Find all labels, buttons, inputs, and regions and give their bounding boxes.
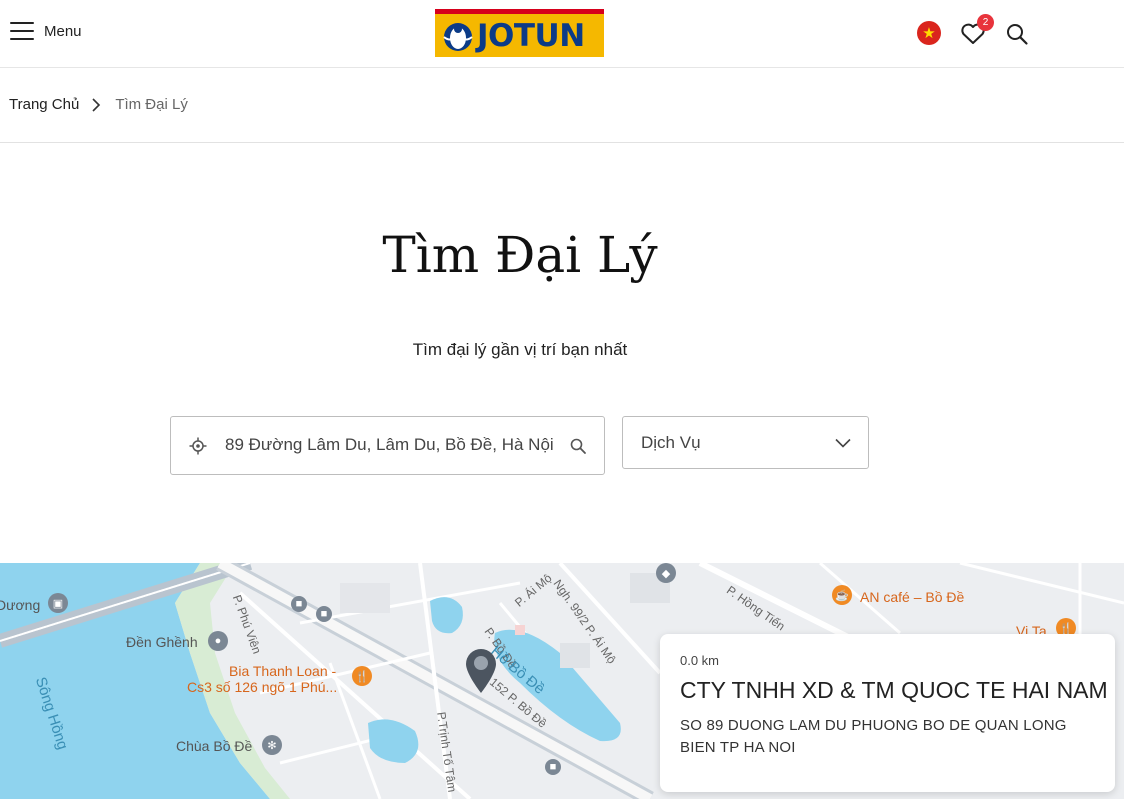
hamburger-icon [10, 22, 34, 40]
map-label-bia-thanh-loan-1: Bia Thanh Loan - [229, 663, 337, 679]
service-dropdown[interactable]: Dịch Vụ [622, 416, 869, 469]
location-search-box [170, 416, 605, 475]
page-subtitle: Tìm đại lý gần vị trí bạn nhất [412, 340, 628, 359]
my-location-icon[interactable] [189, 437, 207, 455]
breadcrumb: Trang Chủ Tìm Đại Lý [9, 96, 188, 113]
penguin-emblem-icon [443, 22, 473, 51]
divider [0, 142, 1124, 143]
dealer-location-pin-icon[interactable] [464, 648, 498, 694]
logo-wordmark: JOTUN [477, 17, 585, 54]
dealer-name: CTY TNHH XD & TM QUOC TE HAI NAM [680, 677, 1108, 703]
search-icon[interactable] [569, 437, 587, 455]
bus-stop-icon[interactable]: ■ [291, 596, 307, 612]
map-label-chua-bo-de: Chùa Bồ Đề [176, 738, 253, 754]
vietnam-flag-icon[interactable]: ★ [917, 21, 941, 45]
restaurant-icon[interactable]: 🍴 [352, 666, 372, 686]
service-dropdown-label: Dịch Vụ [641, 433, 701, 452]
dealer-address: SO 89 DUONG LAM DU PHUONG BO DE QUAN LON… [680, 717, 1067, 756]
building-icon[interactable]: ▣ [48, 593, 68, 613]
flag-star: ★ [922, 24, 936, 42]
wishlist-count-badge: 2 [977, 14, 994, 31]
bus-stop-icon[interactable]: ■ [316, 606, 332, 622]
chevron-right-icon [92, 97, 101, 112]
map-label-an-cafe: AN café – Bồ Đề [860, 589, 965, 605]
map-label-bia-thanh-loan-2: Cs3 số 126 ngõ 1 Phú... [187, 679, 338, 695]
menu-button[interactable]: Menu [10, 22, 82, 40]
school-icon[interactable]: ◆ [656, 563, 676, 583]
cafe-icon[interactable]: ☕ [832, 585, 852, 605]
pagoda-icon[interactable]: ✻ [262, 735, 282, 755]
breadcrumb-current: Tìm Đại Lý [115, 96, 188, 113]
site-header: Menu JOTUN ★ 2 [0, 0, 1124, 68]
menu-label: Menu [44, 22, 82, 40]
temple-icon[interactable]: ● [208, 631, 228, 651]
breadcrumb-home-link[interactable]: Trang Chủ [9, 96, 79, 113]
dealer-card[interactable]: 0.0 km CTY TNHH XD & TM QUOC TE HAI NAM … [660, 634, 1115, 792]
jotun-logo[interactable]: JOTUN [435, 9, 604, 57]
map-label-den-ghenh: Đền Ghềnh [126, 634, 198, 650]
chevron-down-icon [835, 438, 851, 448]
search-icon[interactable] [1005, 22, 1029, 46]
location-search-input[interactable] [223, 434, 557, 456]
bus-stop-icon[interactable]: ■ [545, 759, 561, 775]
dealer-distance: 0.0 km [680, 653, 720, 668]
page-title: Tìm Đại Lý [382, 226, 658, 284]
map-label-duong: Dương [0, 597, 41, 613]
